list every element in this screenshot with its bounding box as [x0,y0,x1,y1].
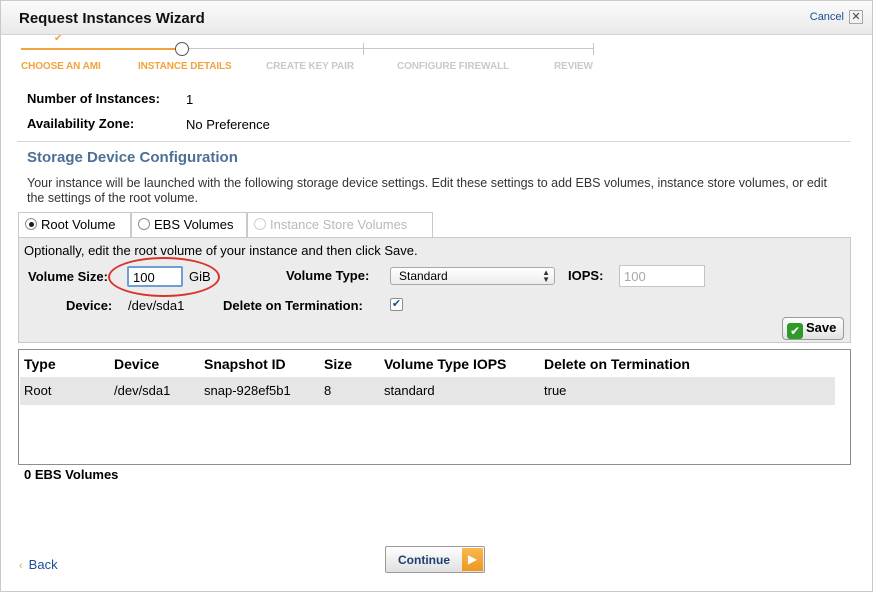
table-cell: snap-928ef5b1 [204,383,291,398]
instances-value: 1 [186,92,194,107]
table-cell: true [544,383,567,398]
chevron-left-icon: ‹ [19,560,23,572]
progress-track-remaining [188,48,593,49]
checkmark-icon: ✔ [787,323,803,339]
step-choose-ami: CHOOSE AN AMI [21,61,101,72]
highlight-annotation [108,257,220,297]
step-create-key-pair: CREATE KEY PAIR [266,61,354,72]
section-description: Your instance will be launched with the … [27,176,827,205]
radio-selected-icon [25,218,37,230]
current-step-marker [175,42,189,56]
window-title: Request Instances Wizard [19,10,205,27]
tab-ebs-volumes[interactable]: EBS Volumes [131,212,247,238]
column-header: Type [24,356,56,372]
save-label: Save [806,320,837,335]
step-review: REVIEW [554,61,593,72]
table-cell: 8 [324,383,332,398]
divider [17,141,851,142]
close-icon[interactable]: ✕ [849,10,863,24]
device-label: Device: [66,298,113,313]
column-header: Delete on Termination [544,356,690,372]
continue-button[interactable]: Continue ▶ [385,546,485,573]
volume-type-value: Standard [399,269,448,283]
ebs-volume-count: 0 EBS Volumes [24,467,119,482]
iops-input[interactable]: 100 [619,265,705,287]
arrow-right-icon: ▶ [462,548,483,571]
delete-on-termination-label: Delete on Termination: [223,298,363,313]
tab-label: Root Volume [41,217,116,232]
column-header: Device [114,356,160,372]
radio-disabled-icon [254,218,266,230]
device-value: /dev/sda1 [128,298,185,313]
column-header: Size [324,356,353,372]
iops-label: IOPS: [568,268,604,283]
continue-label: Continue [398,553,450,567]
back-link[interactable]: ‹ Back [19,557,58,572]
step-configure-firewall: CONFIGURE FIREWALL [397,61,510,72]
section-title: Storage Device Configuration [27,149,238,166]
save-button[interactable]: ✔ Save [782,317,844,340]
volumes-table: Type Device Snapshot ID Size Volume Type… [18,349,851,465]
title-bar: Request Instances Wizard Cancel ✕ [1,1,872,35]
tab-label: EBS Volumes [154,217,234,232]
column-header: Snapshot ID [204,356,286,372]
tab-instance-store-volumes: Instance Store Volumes [247,212,433,238]
volume-type-select[interactable]: Standard ▲ ▼ [390,267,555,285]
volume-type-label: Volume Type: [286,268,370,283]
progress-track-complete [21,48,176,50]
updown-arrows-icon: ▲ ▼ [542,268,550,284]
edit-hint: Optionally, edit the root volume of your… [24,243,418,258]
back-label: Back [28,557,58,572]
radio-icon [138,218,150,230]
zone-value: No Preference [186,117,270,132]
table-cell: Root [24,383,52,398]
step-instance-details: INSTANCE DETAILS [138,61,232,72]
delete-on-termination-checkbox[interactable]: ✔ [390,298,403,311]
wizard-window: Request Instances Wizard Cancel ✕ ✔ CHOO… [0,0,873,592]
cancel-link[interactable]: Cancel [810,11,844,23]
table-cell: standard [384,383,435,398]
progress-tick [363,43,364,55]
progress-tick [593,43,594,55]
instances-label: Number of Instances: [27,91,160,106]
tab-label: Instance Store Volumes [270,217,408,232]
column-header: Volume Type IOPS [384,356,507,372]
zone-label: Availability Zone: [27,116,135,131]
volume-size-label: Volume Size: [28,269,108,284]
table-cell: /dev/sda1 [114,383,171,398]
check-icon: ✔ [54,33,63,44]
tab-root-volume[interactable]: Root Volume [18,212,131,238]
